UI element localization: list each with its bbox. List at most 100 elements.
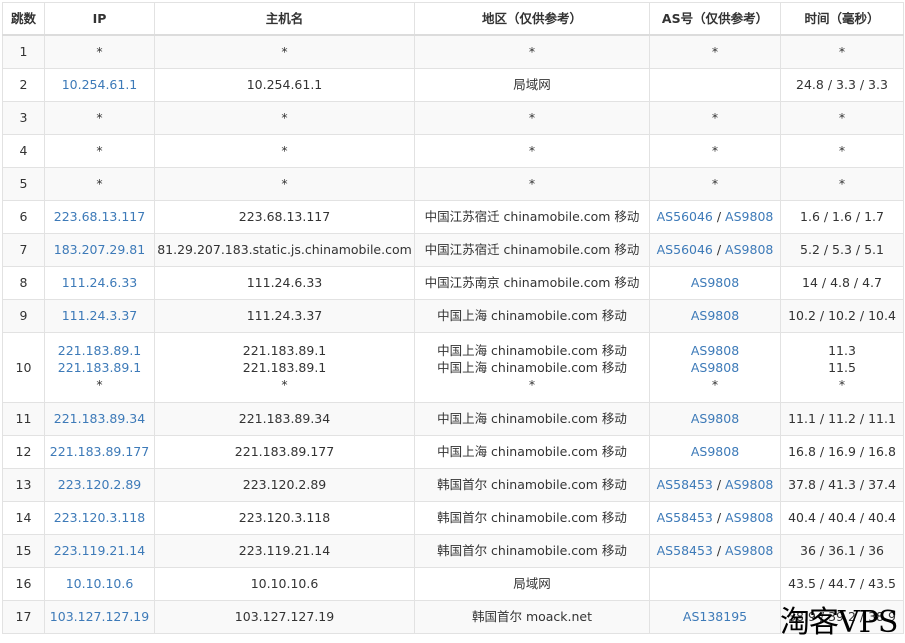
- hop-number: 16: [15, 576, 32, 591]
- ip-link[interactable]: 10.10.10.6: [66, 576, 134, 591]
- cell-time: 24.8 / 3.3 / 3.3: [780, 67, 904, 102]
- col-header-ip: IP: [44, 2, 155, 36]
- ip-text: *: [96, 44, 103, 60]
- cell-region: 中国上海 chinamobile.com 移动 中国上海 chinamobile.…: [414, 331, 650, 403]
- as-link[interactable]: AS9808: [691, 308, 739, 323]
- as-link[interactable]: AS9808: [691, 343, 739, 358]
- hop-number: 3: [19, 110, 28, 125]
- ip-link[interactable]: 223.120.3.118: [54, 510, 145, 525]
- table-row: 7 183.207.29.81 81.29.207.183.static.js.ch…: [2, 232, 904, 267]
- ip-text: *: [96, 143, 103, 158]
- hop-number: 1: [19, 44, 28, 60]
- ip-link[interactable]: 111.24.3.37: [62, 308, 138, 323]
- cell-host: 10.10.10.6: [154, 566, 415, 601]
- as-link[interactable]: AS9808: [725, 477, 773, 492]
- table-row: 16 10.10.10.6 10.10.10.6 局域网 43.5 / 44.7 / 4…: [2, 566, 904, 601]
- as-link[interactable]: AS9808: [691, 444, 739, 459]
- hop-number: 5: [19, 176, 28, 191]
- table-row: 5 * * * * *: [2, 166, 904, 201]
- as-text: *: [711, 143, 719, 158]
- host-text: 221.183.89.1: [242, 359, 327, 375]
- col-header-region: 地区（仅供参考）: [414, 2, 650, 36]
- col-header-time: 时间（毫秒）: [780, 2, 904, 36]
- cell-as: AS9808 AS9808 *: [649, 331, 781, 403]
- cell-hop: 13: [2, 467, 45, 502]
- cell-ip: 221.183.89.34: [44, 401, 155, 436]
- cell-ip: 10.10.10.6: [44, 566, 155, 601]
- cell-as: AS56046 / AS9808: [649, 232, 781, 267]
- region-text: 局域网: [513, 576, 551, 591]
- cell-as: *: [649, 34, 781, 69]
- cell-as: AS56046 / AS9808: [649, 199, 781, 234]
- region-text: *: [528, 143, 536, 158]
- cell-ip: 111.24.3.37: [44, 298, 155, 333]
- cell-host: 111.24.6.33: [154, 265, 415, 300]
- cell-region: 韩国首尔 moack.net: [414, 599, 650, 634]
- as-link[interactable]: AS9808: [725, 242, 773, 257]
- ip-link[interactable]: 10.254.61.1: [62, 77, 138, 92]
- cell-time: 16.8 / 16.9 / 16.8: [780, 434, 904, 469]
- table-body: 1 * * * * * 2 10.254.61.1 10.254.61.1 局域网 24.8 / 3…: [2, 34, 904, 634]
- host-text: 103.127.127.19: [234, 609, 335, 624]
- ip-link[interactable]: 223.68.13.117: [54, 209, 145, 224]
- hop-number: 14: [15, 510, 32, 525]
- as-link[interactable]: AS9808: [691, 411, 739, 426]
- cell-hop: 12: [2, 434, 45, 469]
- cell-as: AS9808: [649, 298, 781, 333]
- as-link[interactable]: AS56046: [657, 242, 713, 257]
- hop-number: 15: [15, 543, 32, 558]
- as-link[interactable]: AS9808: [725, 543, 773, 558]
- cell-hop: 3: [2, 100, 45, 135]
- cell-as: AS9808: [649, 434, 781, 469]
- cell-hop: 1: [2, 34, 45, 69]
- host-text: 221.183.89.177: [234, 444, 335, 459]
- as-link[interactable]: AS58453: [657, 543, 713, 558]
- as-link[interactable]: AS9808: [691, 275, 739, 290]
- ip-link[interactable]: 221.183.89.1: [58, 343, 142, 358]
- ip-link[interactable]: 111.24.6.33: [62, 275, 138, 290]
- host-text: 221.183.89.1: [242, 342, 327, 358]
- cell-as: AS58453 / AS9808: [649, 500, 781, 535]
- ip-link[interactable]: 221.183.89.34: [54, 411, 145, 426]
- host-text: *: [281, 143, 288, 158]
- cell-host: 10.254.61.1: [154, 67, 415, 102]
- as-link[interactable]: AS58453: [657, 510, 713, 525]
- cell-hop: 7: [2, 232, 45, 267]
- table-row: 1 * * * * *: [2, 34, 904, 69]
- region-text: 韩国首尔 moack.net: [471, 609, 593, 624]
- as-link[interactable]: AS9808: [691, 360, 739, 375]
- cell-time: 37.8 / 41.3 / 37.4: [780, 467, 904, 502]
- cell-as: AS9808: [649, 401, 781, 436]
- cell-host: 111.24.3.37: [154, 298, 415, 333]
- cell-region: 中国江苏宿迁 chinamobile.com 移动: [414, 199, 650, 234]
- time-text: 14 / 4.8 / 4.7: [802, 275, 882, 290]
- cell-ip: *: [44, 100, 155, 135]
- cell-hop: 2: [2, 67, 45, 102]
- cell-host: 221.183.89.1 221.183.89.1 *: [154, 331, 415, 403]
- cell-hop: 9: [2, 298, 45, 333]
- ip-link[interactable]: 221.183.89.1: [58, 360, 142, 375]
- table-row: 14 223.120.3.118 223.120.3.118 韩国首尔 chinamo…: [2, 500, 904, 535]
- cell-host: 81.29.207.183.static.js.chinamobile.com: [154, 232, 415, 267]
- ip-link[interactable]: 223.119.21.14: [54, 543, 145, 558]
- host-text: 223.120.2.89: [242, 477, 327, 492]
- table-row: 3 * * * * *: [2, 100, 904, 135]
- ip-link[interactable]: 103.127.127.19: [50, 609, 149, 624]
- ip-text: *: [96, 376, 103, 392]
- ip-link[interactable]: 221.183.89.177: [50, 444, 149, 459]
- ip-link[interactable]: 183.207.29.81: [54, 242, 145, 257]
- time-text: 5.2 / 5.3 / 5.1: [800, 242, 884, 257]
- as-link[interactable]: AS9808: [725, 510, 773, 525]
- time-text: 11.1 / 11.2 / 11.1: [788, 411, 896, 426]
- cell-region: 韩国首尔 chinamobile.com 移动: [414, 533, 650, 568]
- as-link[interactable]: AS58453: [657, 477, 713, 492]
- as-link[interactable]: AS138195: [683, 609, 747, 624]
- cell-host: 223.119.21.14: [154, 533, 415, 568]
- hop-number: 10: [15, 359, 32, 375]
- as-link[interactable]: AS9808: [725, 209, 773, 224]
- region-text: 韩国首尔 chinamobile.com 移动: [437, 543, 627, 558]
- as-link[interactable]: AS56046: [657, 209, 713, 224]
- ip-link[interactable]: 223.120.2.89: [58, 477, 142, 492]
- table-row: 6 223.68.13.117 223.68.13.117 中国江苏宿迁 chinam…: [2, 199, 904, 234]
- cell-host: 221.183.89.34: [154, 401, 415, 436]
